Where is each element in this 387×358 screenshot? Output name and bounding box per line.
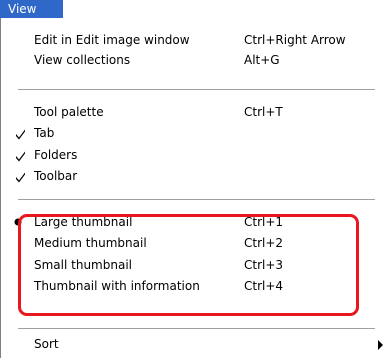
view-menu-dropdown: Edit in Edit image window Ctrl+Right Arr… xyxy=(0,18,387,358)
menu-item-edit-in-edit-image-window[interactable]: Edit in Edit image window Ctrl+Right Arr… xyxy=(1,30,387,50)
menu-item-label: Tab xyxy=(34,126,55,140)
menu-item-label: Tool palette xyxy=(34,105,104,119)
menu-item-view-collections[interactable]: View collections Alt+G xyxy=(1,50,387,70)
menu-item-tab[interactable]: Tab xyxy=(1,123,387,143)
checkmark-icon xyxy=(15,166,29,186)
menu-item-label: Toolbar xyxy=(34,169,78,183)
menu-separator xyxy=(18,89,375,91)
menu-item-shortcut: Ctrl+T xyxy=(244,105,283,119)
checkmark-icon xyxy=(15,123,29,143)
menu-item-shortcut: Alt+G xyxy=(244,53,280,67)
menu-item-label: Sort xyxy=(34,337,59,351)
menu-separator xyxy=(18,328,375,330)
menu-item-label: View collections xyxy=(34,53,131,67)
submenu-arrow-icon xyxy=(378,339,384,353)
menu-separator xyxy=(18,199,375,201)
view-menu-screenshot: View Edit in Edit image window Ctrl+Righ… xyxy=(0,0,387,358)
annotation-highlight-box xyxy=(18,214,359,316)
checkmark-icon xyxy=(15,145,29,165)
menu-item-toolbar[interactable]: Toolbar xyxy=(1,166,387,186)
menu-item-shortcut: Ctrl+Right Arrow xyxy=(244,33,346,47)
menu-item-sort[interactable]: Sort xyxy=(1,334,387,354)
menu-item-folders[interactable]: Folders xyxy=(1,145,387,165)
menu-item-tool-palette[interactable]: Tool palette Ctrl+T xyxy=(1,102,387,122)
menu-view[interactable]: View xyxy=(0,0,63,18)
menu-item-label: Edit in Edit image window xyxy=(34,33,190,47)
menu-item-label: Folders xyxy=(34,148,78,162)
